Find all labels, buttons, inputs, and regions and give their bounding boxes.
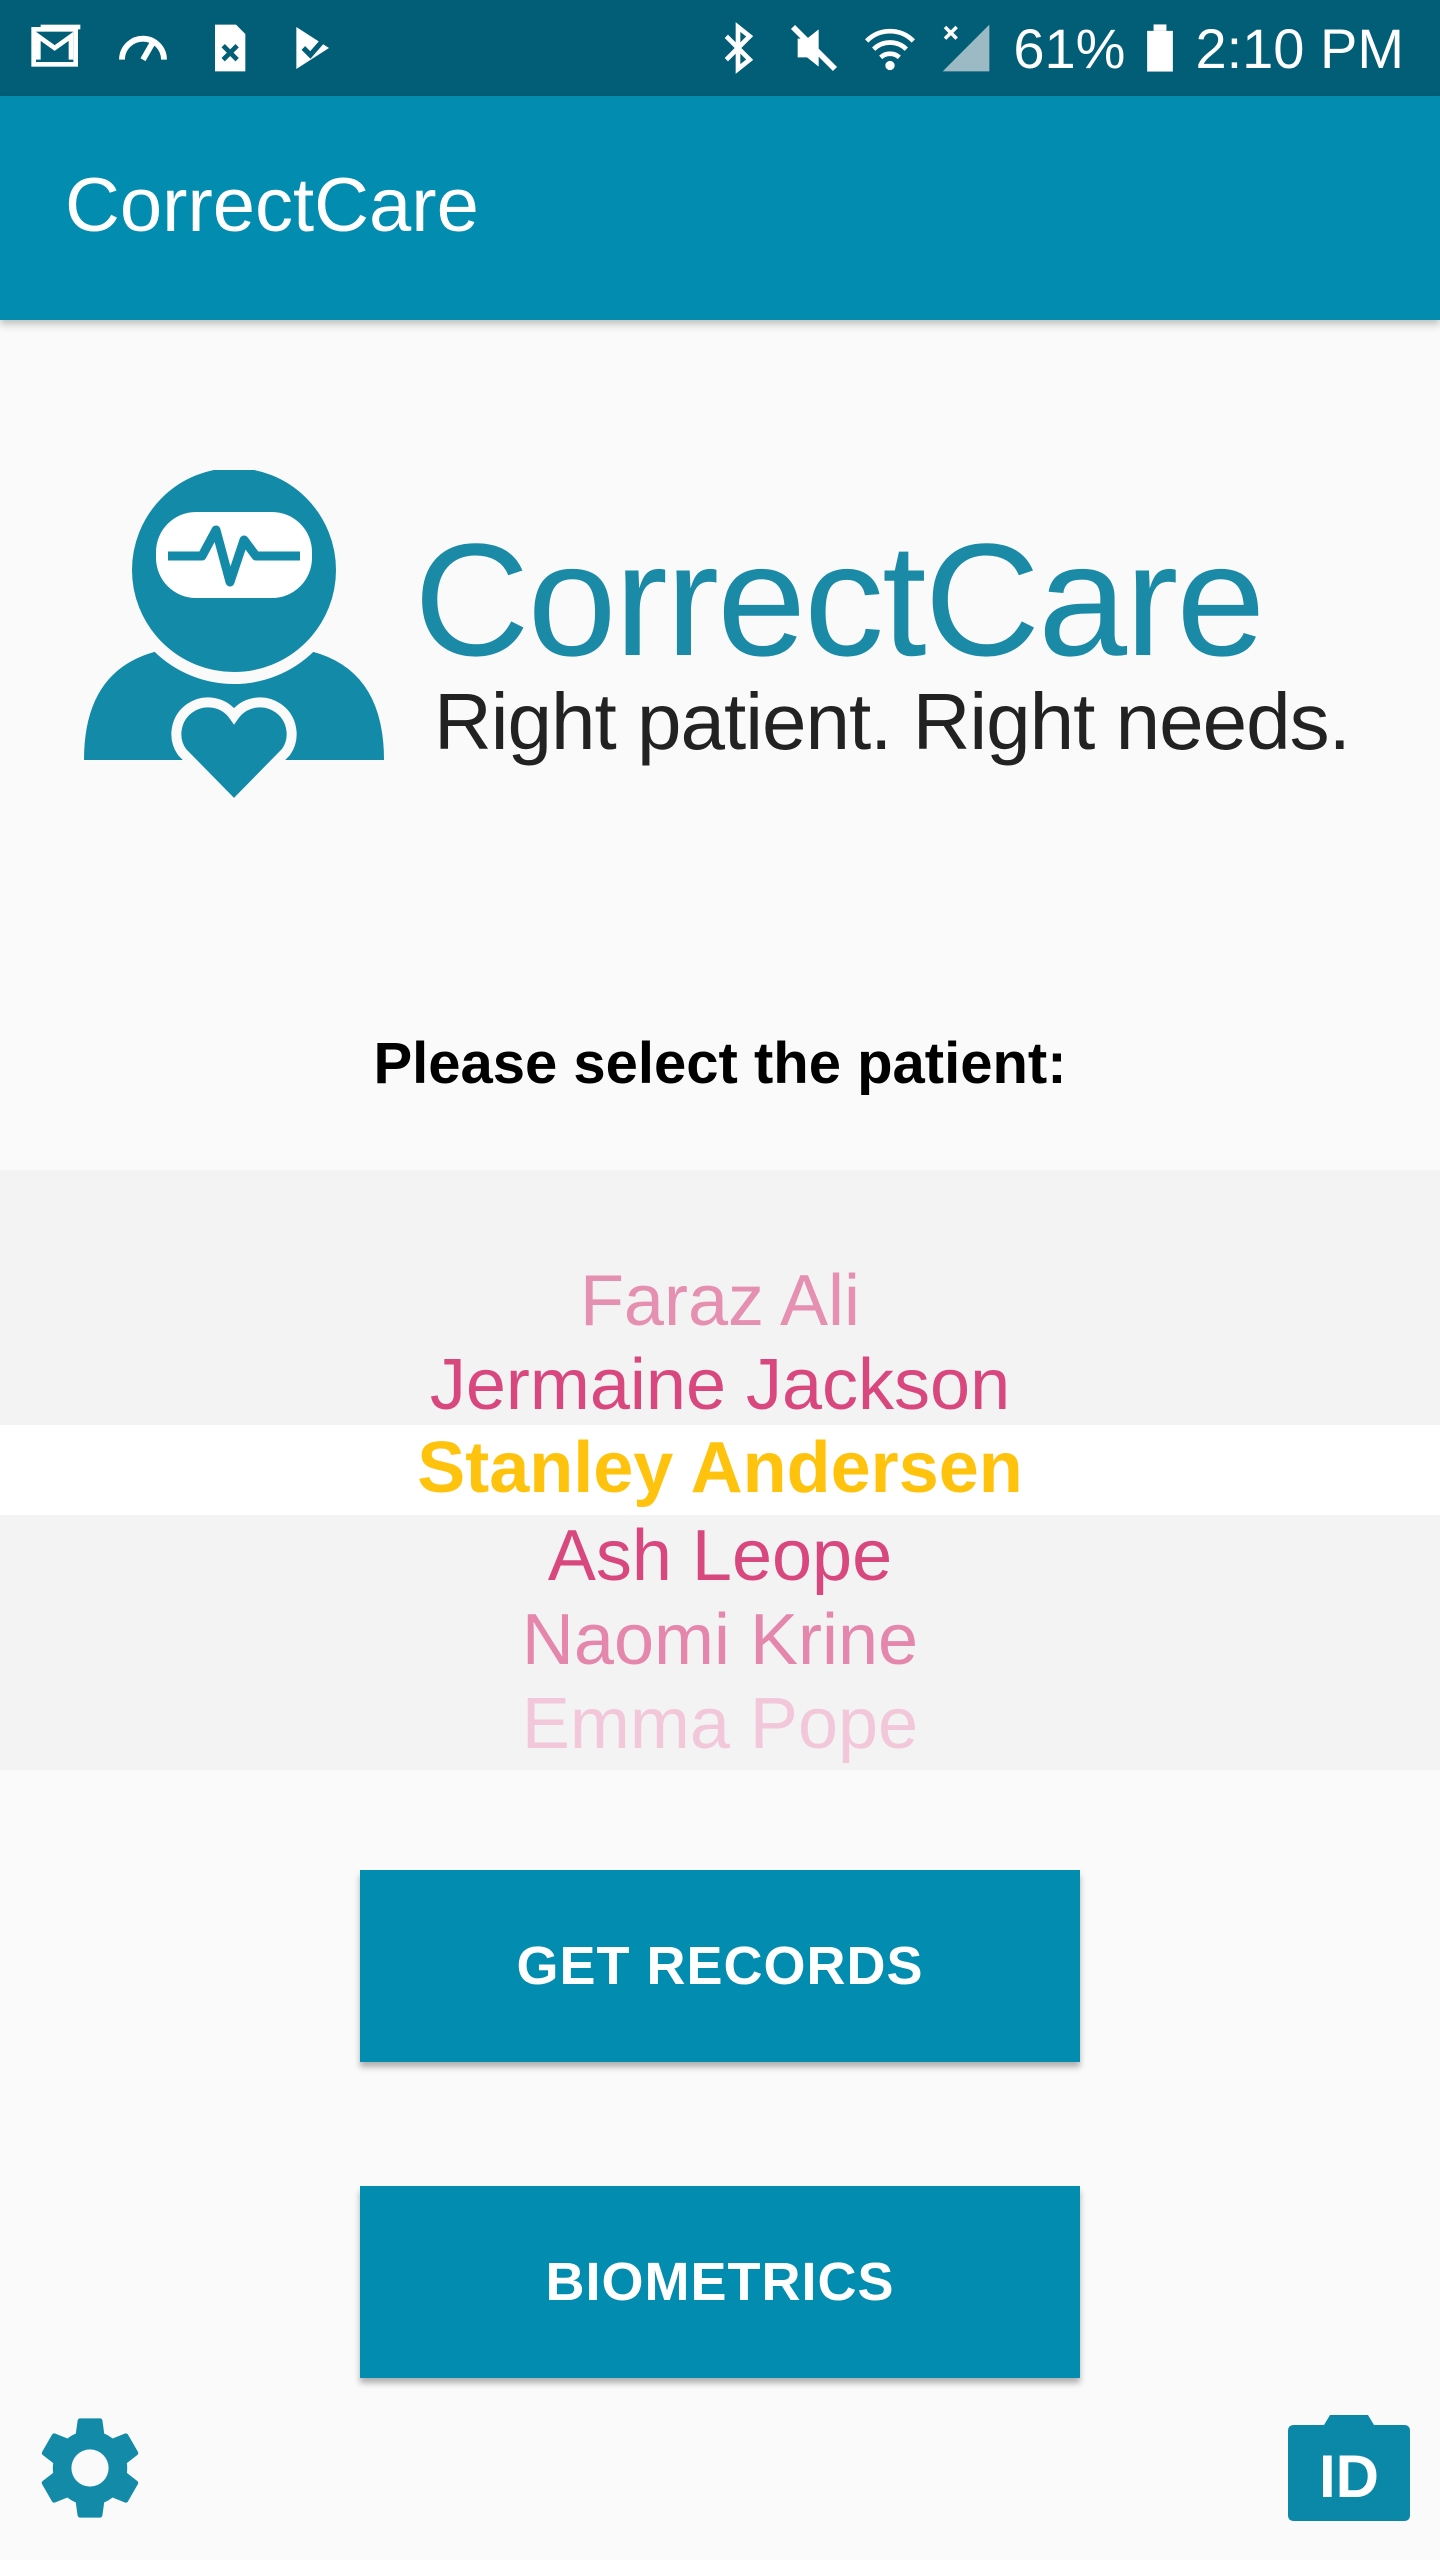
picker-item-selected[interactable]: Stanley Andersen [0, 1426, 1440, 1510]
status-bar-system: 61% 2:10 PM [709, 0, 1404, 96]
signal-icon [937, 19, 995, 77]
app-title: CorrectCare [65, 163, 479, 248]
app-bar: CorrectCare [0, 96, 1440, 320]
speedometer-icon [114, 19, 172, 77]
gmail-icon [28, 19, 86, 77]
gear-icon[interactable] [28, 2406, 152, 2530]
picker-item[interactable]: Ash Leope [0, 1514, 1440, 1598]
battery-percent: 61% [1013, 16, 1126, 80]
wifi-icon [861, 19, 919, 77]
picker-item[interactable]: Naomi Krine [0, 1598, 1440, 1682]
picker-item[interactable]: Emma Pope [0, 1682, 1440, 1766]
select-patient-prompt: Please select the patient: [373, 1031, 1067, 1096]
clock: 2:10 PM [1195, 16, 1404, 80]
patient-picker[interactable]: Faraz Ali Jermaine Jackson Stanley Ander… [0, 1170, 1440, 1770]
picker-item[interactable]: Jermaine Jackson [0, 1343, 1440, 1427]
id-badge-label: ID [1319, 2443, 1379, 2510]
patient-heart-icon [84, 470, 384, 810]
biometrics-button[interactable]: BIOMETRICS [360, 2186, 1080, 2378]
id-card-icon[interactable]: ID [1288, 2405, 1410, 2527]
status-bar: 61% 2:10 PM [0, 0, 1440, 96]
logo-tagline: Right patient. Right needs. [434, 677, 1351, 766]
get-records-button[interactable]: GET RECORDS [360, 1870, 1080, 2062]
check-icon [286, 19, 344, 77]
bluetooth-icon [709, 19, 767, 77]
picker-item[interactable]: Faraz Ali [0, 1259, 1440, 1343]
status-bar-notifications [28, 0, 344, 96]
correctcare-logo: CorrectCare Right patient. Right needs. [84, 470, 1374, 810]
mute-icon [785, 19, 843, 77]
battery-icon [1143, 19, 1177, 77]
sim-card-icon [200, 19, 258, 77]
logo-wordmark: CorrectCare [414, 510, 1265, 689]
